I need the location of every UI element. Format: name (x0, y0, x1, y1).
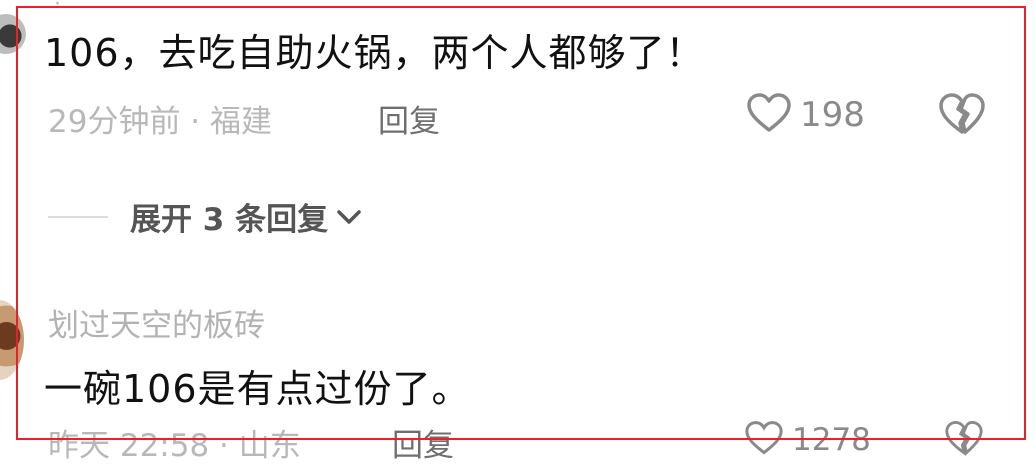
reply-button[interactable]: 回复 (392, 420, 454, 465)
heart-outline-icon (746, 92, 792, 138)
like-count: 198 (800, 95, 865, 135)
clipped-text: · (54, 0, 61, 17)
divider (48, 215, 108, 218)
comment-username[interactable]: 划过天空的板砖 (48, 300, 265, 345)
dislike-button[interactable] (938, 92, 986, 140)
comment-meta: 昨天 22:58 · 山东 (48, 428, 301, 464)
avatar[interactable] (0, 14, 26, 54)
comment-meta: 29分钟前 · 福建 (48, 104, 273, 140)
reply-button[interactable]: 回复 (378, 96, 440, 141)
expand-replies-button[interactable]: 展开 3 条回复 (48, 194, 362, 239)
comment-text: 106，去吃自助火锅，两个人都够了！ (44, 31, 705, 75)
expand-replies-label: 展开 3 条回复 (130, 202, 329, 238)
dislike-button[interactable] (944, 420, 984, 460)
avatar[interactable] (0, 300, 24, 380)
like-button[interactable]: 1278 (744, 420, 871, 460)
broken-heart-icon (944, 420, 984, 460)
like-count: 1278 (792, 422, 871, 458)
heart-outline-icon (744, 420, 784, 460)
like-button[interactable]: 198 (746, 92, 865, 138)
broken-heart-icon (938, 92, 986, 140)
comment-text: 一碗106是有点过份了。 (44, 367, 471, 411)
chevron-down-icon (336, 208, 362, 226)
